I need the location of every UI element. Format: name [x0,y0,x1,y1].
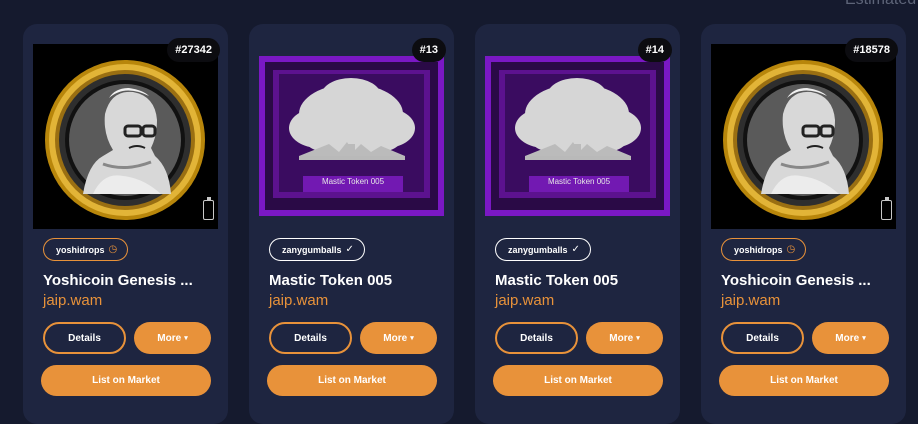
more-button[interactable]: More ▾ [134,322,211,354]
more-button-label: More [383,332,408,344]
caret-down-icon: ▾ [636,335,640,342]
details-button[interactable]: Details [495,322,578,354]
details-button[interactable]: Details [269,322,352,354]
nft-thumbnail[interactable] [33,44,218,229]
clock-check-icon: ◷ [786,243,796,255]
collection-name: zanygumballs [282,244,342,255]
asset-id-badge: #13 [411,38,446,62]
nft-image-caption: Mastic Token 005 [321,177,385,186]
clock-check-icon: ◷ [108,243,118,255]
caret-down-icon: ▾ [410,335,414,342]
collection-badge[interactable]: yoshidrops ◷ [43,238,129,261]
nft-card[interactable]: Mastic Token 005 #14 zanygumballs ✓ Mastic T… [475,24,680,424]
list-on-market-button[interactable]: List on Market [41,365,211,396]
list-on-market-button[interactable]: List on Market [267,365,437,396]
collection-badge[interactable]: zanygumballs ✓ [269,238,365,261]
collection-badge[interactable]: zanygumballs ✓ [495,238,591,261]
caret-down-icon: ▾ [862,335,866,342]
collection-name: yoshidrops [56,244,105,255]
owner-name[interactable]: jaip.wam [269,292,328,309]
nft-grid: #27342 yoshidrops ◷ Yoshicoin Genesis ... ja… [23,24,906,424]
asset-id-badge: #14 [637,38,672,62]
details-button[interactable]: Details [43,322,126,354]
asset-id-badge: #27342 [167,38,220,62]
battery-icon [881,197,892,220]
nft-card[interactable]: #18578 yoshidrops ◷ Yoshicoin Genesis ... ja… [701,24,906,424]
owner-name[interactable]: jaip.wam [43,292,102,309]
checkmark-icon: ✓ [571,243,580,255]
nft-card[interactable]: #27342 yoshidrops ◷ Yoshicoin Genesis ... ja… [23,24,228,424]
checkmark-icon: ✓ [345,243,354,255]
battery-icon [203,197,214,220]
collection-name: zanygumballs [508,244,568,255]
more-button[interactable]: More ▾ [812,322,889,354]
nft-card[interactable]: Mastic Token 005 #13 zanygumballs ✓ Mastic T… [249,24,454,424]
nft-title: Mastic Token 005 [269,272,393,289]
nft-title: Yoshicoin Genesis ... [43,272,193,289]
details-button[interactable]: Details [721,322,804,354]
nft-title: Yoshicoin Genesis ... [721,272,871,289]
more-button-label: More [609,332,634,344]
more-button-label: More [157,332,182,344]
caret-down-icon: ▾ [184,335,188,342]
nft-image-mastic [259,44,444,229]
list-on-market-button[interactable]: List on Market [719,365,889,396]
nft-image-caption: Mastic Token 005 [547,177,611,186]
list-on-market-button[interactable]: List on Market [493,365,663,396]
more-button[interactable]: More ▾ [360,322,437,354]
asset-id-badge: #18578 [845,38,898,62]
estimated-label: Estimated [845,0,916,9]
nft-image-mastic [485,44,670,229]
nft-thumbnail[interactable]: Mastic Token 005 [259,44,444,229]
more-button-label: More [835,332,860,344]
owner-name[interactable]: jaip.wam [721,292,780,309]
nft-title: Mastic Token 005 [495,272,619,289]
nft-image-yoshicoin [711,44,896,229]
collection-name: yoshidrops [734,244,783,255]
owner-name[interactable]: jaip.wam [495,292,554,309]
collection-badge[interactable]: yoshidrops ◷ [721,238,807,261]
nft-image-yoshicoin [33,44,218,229]
nft-thumbnail[interactable]: Mastic Token 005 [485,44,670,229]
nft-thumbnail[interactable] [711,44,896,229]
more-button[interactable]: More ▾ [586,322,663,354]
